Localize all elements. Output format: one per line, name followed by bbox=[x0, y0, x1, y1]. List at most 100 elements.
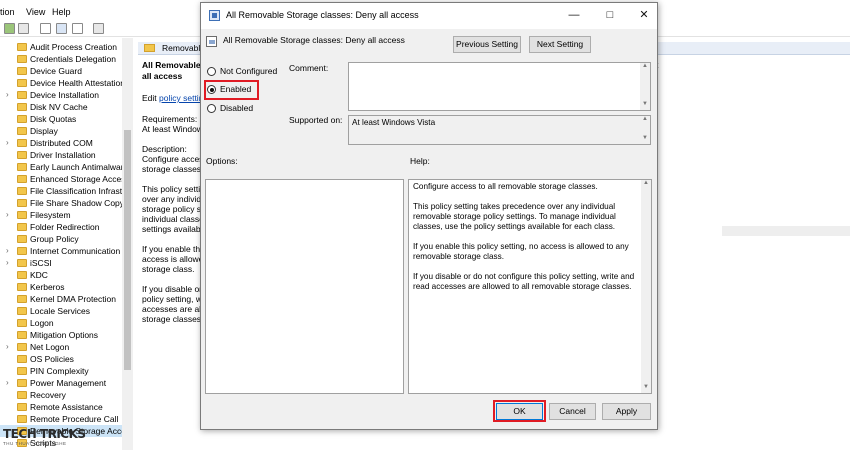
supported-scrollbar[interactable]: ▲ ▼ bbox=[640, 116, 650, 144]
help-scrollbar[interactable]: ▲ ▼ bbox=[641, 180, 651, 393]
view-icon[interactable] bbox=[18, 23, 29, 34]
policy-title-2: all access bbox=[142, 71, 183, 81]
scroll-down-icon[interactable]: ▼ bbox=[640, 135, 650, 144]
folder-icon bbox=[17, 211, 27, 219]
watermark-logo: TECH TRICKS THU THUAT CONG NGHE bbox=[3, 427, 86, 446]
tree-item[interactable]: KDC bbox=[0, 269, 133, 281]
tree-item-label: File Classification Infrastru bbox=[30, 186, 130, 196]
scroll-up-icon[interactable]: ▲ bbox=[640, 116, 650, 125]
new-icon[interactable] bbox=[4, 23, 15, 34]
enabled-highlight-box bbox=[204, 80, 259, 100]
tree-item[interactable]: › Power Management bbox=[0, 377, 133, 389]
folder-icon bbox=[17, 199, 27, 207]
tree-item[interactable]: Group Policy bbox=[0, 233, 133, 245]
chevron-right-icon[interactable]: › bbox=[6, 210, 9, 219]
folder-icon bbox=[17, 91, 27, 99]
radio-disabled-circle[interactable] bbox=[207, 104, 216, 113]
tree-item[interactable]: Display bbox=[0, 125, 133, 137]
filter-icon[interactable] bbox=[72, 23, 83, 34]
description-line: Configure access bbox=[142, 154, 208, 164]
tree-item[interactable]: › Filesystem bbox=[0, 209, 133, 221]
tree-item[interactable]: › Device Installation bbox=[0, 89, 133, 101]
folder-icon bbox=[17, 367, 27, 375]
menu-view[interactable]: View bbox=[26, 7, 45, 17]
tree-item[interactable]: › iSCSI bbox=[0, 257, 133, 269]
tree-item[interactable]: Kernel DMA Protection bbox=[0, 293, 133, 305]
tree-item[interactable]: Folder Redirection bbox=[0, 221, 133, 233]
tree-item[interactable]: Driver Installation bbox=[0, 149, 133, 161]
tree-item[interactable]: Audit Process Creation bbox=[0, 41, 133, 53]
scroll-down-icon[interactable]: ▼ bbox=[640, 101, 650, 110]
scroll-down-icon[interactable]: ▼ bbox=[641, 384, 651, 393]
description-line: settings available bbox=[142, 224, 208, 234]
tree-item-label: File Share Shadow Copy Pr bbox=[30, 198, 133, 208]
tree-item[interactable]: › Net Logon bbox=[0, 341, 133, 353]
tree-item[interactable]: Credentials Delegation bbox=[0, 53, 133, 65]
tree-item[interactable]: File Classification Infrastru bbox=[0, 185, 133, 197]
tree-item[interactable]: Device Health Attestation bbox=[0, 77, 133, 89]
comment-textbox[interactable]: ▲ ▼ bbox=[348, 62, 651, 111]
tree-item-label: Audit Process Creation bbox=[30, 42, 117, 52]
tree-item-label: Remote Assistance bbox=[30, 402, 103, 412]
chevron-right-icon[interactable]: › bbox=[6, 138, 9, 147]
tree-item[interactable]: Kerberos bbox=[0, 281, 133, 293]
description-line: over any individu bbox=[142, 194, 206, 204]
tree-item[interactable]: Enhanced Storage Access bbox=[0, 173, 133, 185]
apply-button[interactable]: Apply bbox=[602, 403, 651, 420]
next-setting-button[interactable]: Next Setting bbox=[529, 36, 591, 53]
tree-item[interactable]: Device Guard bbox=[0, 65, 133, 77]
tree-item[interactable]: Early Launch Antimalware bbox=[0, 161, 133, 173]
edit-policy-line: Edit policy setting bbox=[142, 93, 209, 103]
export-icon[interactable] bbox=[93, 23, 104, 34]
tree-item[interactable]: Locale Services bbox=[0, 305, 133, 317]
menu-action[interactable]: tion bbox=[0, 7, 15, 17]
tree-item-label: Enhanced Storage Access bbox=[30, 174, 130, 184]
chevron-right-icon[interactable]: › bbox=[6, 246, 9, 255]
description-line: storage policy set bbox=[142, 204, 209, 214]
radio-not-configured-circle[interactable] bbox=[207, 67, 216, 76]
tree-item-label: Credentials Delegation bbox=[30, 54, 116, 64]
tree-item[interactable]: PIN Complexity bbox=[0, 365, 133, 377]
description-line: access is allowed bbox=[142, 254, 209, 264]
scroll-up-icon[interactable]: ▲ bbox=[641, 180, 651, 189]
tree-item[interactable]: Disk NV Cache bbox=[0, 101, 133, 113]
properties-icon[interactable] bbox=[56, 23, 67, 34]
screen: tion View Help Audit Process Creation Cre… bbox=[0, 0, 850, 450]
supported-on-box: At least Windows Vista ▲ ▼ bbox=[348, 115, 651, 145]
tree-item[interactable]: › Distributed COM bbox=[0, 137, 133, 149]
tree-item[interactable]: OS Policies bbox=[0, 353, 133, 365]
tree-item[interactable]: Remote Procedure Call bbox=[0, 413, 133, 425]
menu-help[interactable]: Help bbox=[52, 7, 71, 17]
tree-scroll-thumb[interactable] bbox=[124, 130, 131, 370]
tree-scrollbar[interactable] bbox=[122, 38, 133, 450]
radio-not-configured-label: Not Configured bbox=[220, 66, 278, 76]
tree-item-label: Folder Redirection bbox=[30, 222, 100, 232]
maximize-button[interactable]: □ bbox=[601, 7, 619, 23]
scroll-up-icon[interactable]: ▲ bbox=[640, 63, 650, 72]
chevron-right-icon[interactable]: › bbox=[6, 258, 9, 267]
tree-item[interactable]: › Internet Communication M bbox=[0, 245, 133, 257]
tree-item[interactable]: Recovery bbox=[0, 389, 133, 401]
folder-icon bbox=[17, 379, 27, 387]
comment-scrollbar[interactable]: ▲ ▼ bbox=[640, 63, 650, 110]
help-icon[interactable] bbox=[40, 23, 51, 34]
chevron-right-icon[interactable]: › bbox=[6, 90, 9, 99]
folder-icon bbox=[17, 295, 27, 303]
cancel-button[interactable]: Cancel bbox=[549, 403, 596, 420]
tree-item[interactable]: Remote Assistance bbox=[0, 401, 133, 413]
tree-item-label: Early Launch Antimalware bbox=[30, 162, 129, 172]
tree-item[interactable]: Mitigation Options bbox=[0, 329, 133, 341]
close-button[interactable]: ✕ bbox=[635, 7, 653, 23]
dialog-titlebar[interactable]: All Removable Storage classes: Deny all … bbox=[201, 3, 657, 29]
previous-setting-button[interactable]: Previous Setting bbox=[453, 36, 521, 53]
tree-item[interactable]: File Share Shadow Copy Pr bbox=[0, 197, 133, 209]
help-text: Configure access to all removable storag… bbox=[413, 182, 635, 291]
detail-header-label: Removable bbox=[162, 43, 205, 53]
chevron-right-icon[interactable]: › bbox=[6, 342, 9, 351]
chevron-right-icon[interactable]: › bbox=[6, 378, 9, 387]
tree-item[interactable]: Logon bbox=[0, 317, 133, 329]
tree-item[interactable]: Disk Quotas bbox=[0, 113, 133, 125]
folder-icon bbox=[17, 79, 27, 87]
radio-disabled-label: Disabled bbox=[220, 103, 254, 113]
minimize-button[interactable]: — bbox=[565, 7, 583, 23]
